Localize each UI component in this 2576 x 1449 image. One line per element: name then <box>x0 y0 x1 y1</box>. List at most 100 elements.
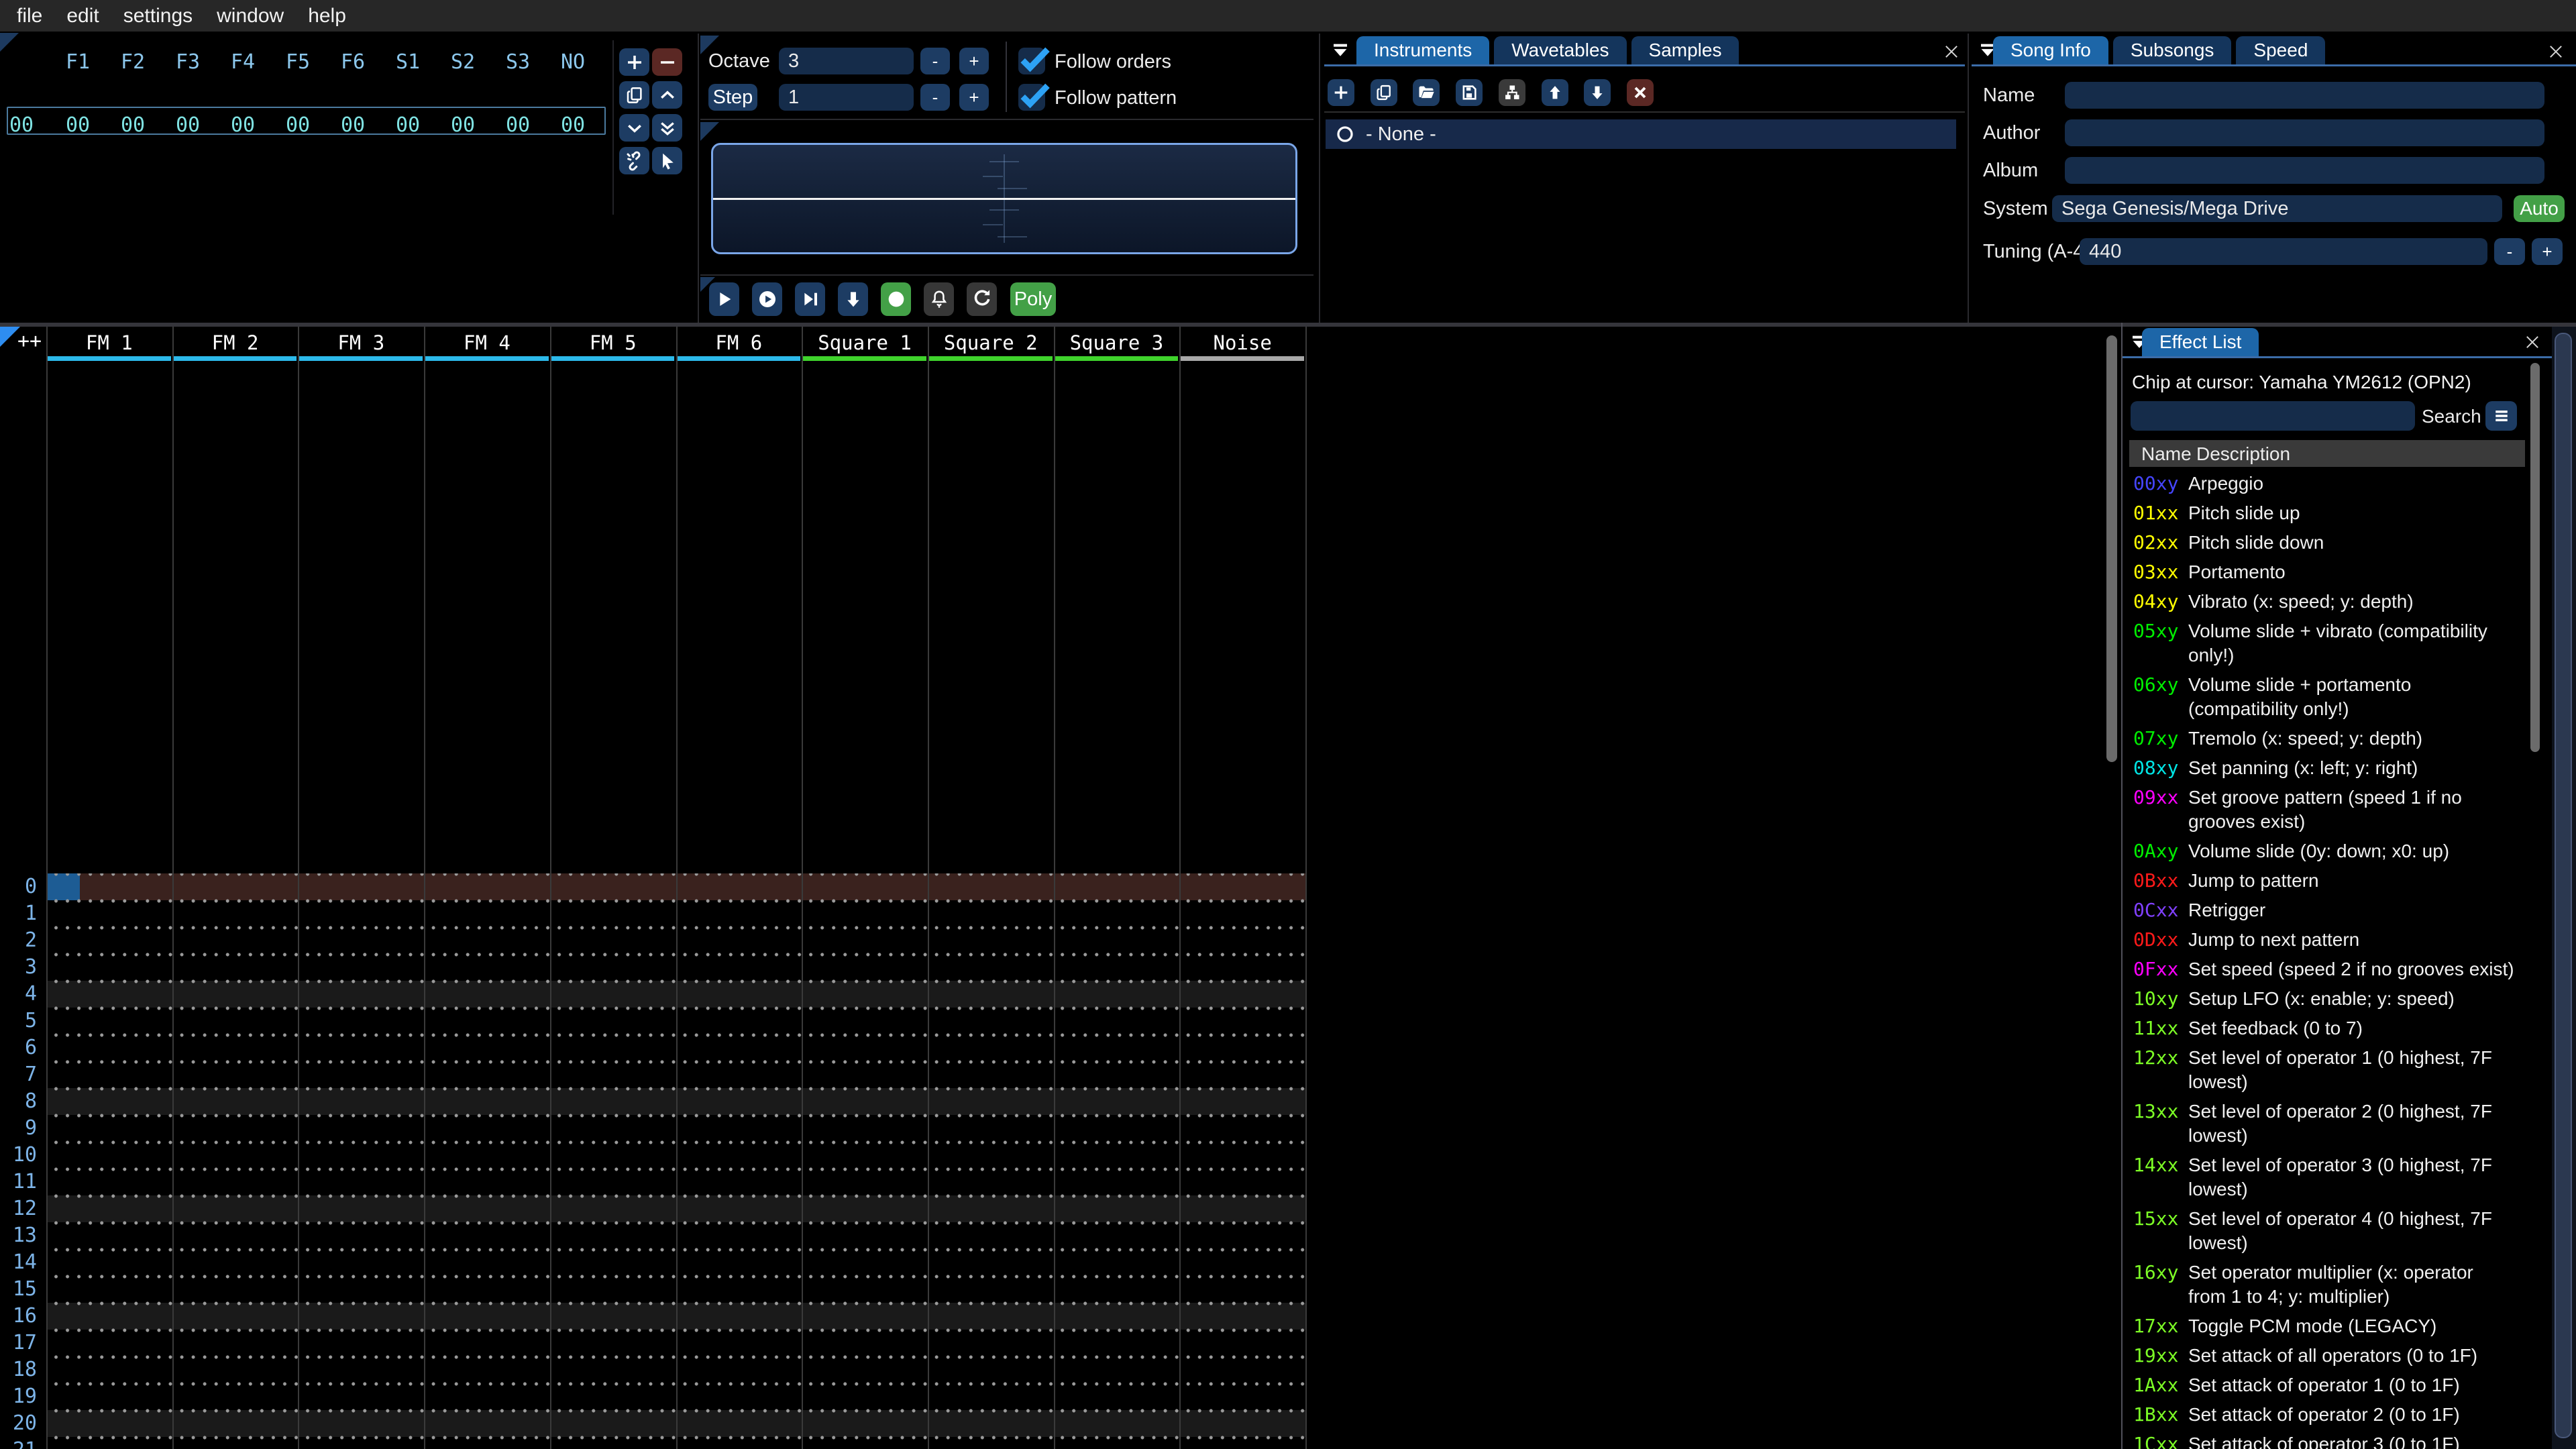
menu-item-help[interactable]: help <box>308 5 346 28</box>
remove-order-button[interactable] <box>652 48 682 76</box>
channel-header-square-3[interactable]: Square 3 <box>1054 331 1180 355</box>
orders-column-F5[interactable]: F5 <box>274 50 321 74</box>
channel-header-fm-3[interactable]: FM 3 <box>298 331 424 355</box>
effect-list-panel: Effect List Chip at cursor: Yamaha YM261… <box>2121 323 2576 1449</box>
channel-header-square-2[interactable]: Square 2 <box>928 331 1054 355</box>
tuning-decrease-button[interactable]: - <box>2494 238 2525 265</box>
add-instrument-button[interactable] <box>1328 79 1354 106</box>
order-cell[interactable]: 00 <box>274 113 321 137</box>
follow-orders-checkbox[interactable] <box>1018 47 1050 74</box>
octave-decrease-button[interactable]: - <box>920 48 950 74</box>
move-order-up-button[interactable] <box>652 81 682 109</box>
order-cell[interactable]: 00 <box>54 113 101 137</box>
orders-column-F3[interactable]: F3 <box>164 50 211 74</box>
orders-column-NO[interactable]: NO <box>549 50 596 74</box>
order-cell[interactable]: 00 <box>109 113 156 137</box>
menu-item-window[interactable]: window <box>217 5 284 28</box>
add-order-button[interactable] <box>619 48 649 76</box>
bell-icon <box>931 290 947 308</box>
order-cell[interactable]: 00 <box>219 113 266 137</box>
channel-header-fm-6[interactable]: FM 6 <box>676 331 802 355</box>
effect-table-scrollbar[interactable] <box>2530 363 2540 752</box>
tab-samples[interactable]: Samples <box>1631 36 1739 64</box>
panel-scrollbar[interactable] <box>2555 333 2572 1438</box>
close-icon[interactable] <box>1941 42 1962 62</box>
pattern-scrollbar[interactable] <box>2106 335 2117 762</box>
play-button[interactable] <box>709 282 739 316</box>
orders-column-S1[interactable]: S1 <box>384 50 431 74</box>
channel-separator <box>298 327 299 1449</box>
menu-item-edit[interactable]: edit <box>66 5 99 28</box>
orders-column-S2[interactable]: S2 <box>439 50 486 74</box>
pattern-corner-label[interactable]: ++ <box>17 329 42 353</box>
song-author-input[interactable] <box>2065 119 2544 146</box>
order-cell[interactable]: 00 <box>439 113 486 137</box>
step-increase-button[interactable]: + <box>959 84 989 111</box>
tab-speed[interactable]: Speed <box>2236 36 2326 64</box>
channel-header-fm-1[interactable]: FM 1 <box>46 331 172 355</box>
tab-song-info[interactable]: Song Info <box>1993 36 2108 64</box>
stop-button[interactable] <box>881 282 911 316</box>
collapse-panel-icon[interactable] <box>1329 39 1352 62</box>
octave-input[interactable]: 3 <box>779 48 914 74</box>
step-one-row-button[interactable] <box>838 282 868 316</box>
orders-column-F4[interactable]: F4 <box>219 50 266 74</box>
song-name-input[interactable] <box>2065 82 2544 109</box>
tab-instruments[interactable]: Instruments <box>1356 36 1490 64</box>
duplicate-order-end-button[interactable] <box>652 114 682 142</box>
move-order-down-button[interactable] <box>619 114 649 142</box>
system-auto-button[interactable]: Auto <box>2514 195 2565 222</box>
channel-header-fm-2[interactable]: FM 2 <box>172 331 299 355</box>
order-edit-mode-button[interactable] <box>652 147 682 174</box>
tab-wavetables[interactable]: Wavetables <box>1494 36 1627 64</box>
follow-pattern-checkbox[interactable] <box>1018 83 1050 111</box>
order-cell[interactable]: 00 <box>164 113 211 137</box>
effect-search-input[interactable] <box>2131 401 2415 431</box>
cursor-icon <box>662 153 674 170</box>
menu-item-settings[interactable]: settings <box>123 5 193 28</box>
step-input[interactable]: 1 <box>779 84 914 111</box>
step-decrease-button[interactable]: - <box>920 84 950 111</box>
delete-instrument-button[interactable] <box>1626 79 1654 106</box>
effect-description: Arpeggio <box>2188 473 2264 494</box>
duplicate-order-button[interactable] <box>619 81 649 109</box>
deep-clone-order-button[interactable] <box>619 147 649 174</box>
play-from-cursor-button[interactable] <box>795 282 825 316</box>
octave-increase-button[interactable]: + <box>959 48 989 74</box>
orders-column-F2[interactable]: F2 <box>109 50 156 74</box>
tuning-input[interactable]: 440 <box>2080 238 2487 265</box>
order-cell[interactable]: 00 <box>549 113 596 137</box>
menu-item-file[interactable]: file <box>17 5 42 28</box>
orders-column-F1[interactable]: F1 <box>54 50 101 74</box>
instrument-tree-view-button[interactable] <box>1498 79 1525 106</box>
duplicate-instrument-button[interactable] <box>1370 79 1397 106</box>
song-album-input[interactable] <box>2065 157 2544 184</box>
channel-header-square-1[interactable]: Square 1 <box>802 331 928 355</box>
panel-border <box>2121 323 2123 1449</box>
order-cell[interactable]: 00 <box>494 113 541 137</box>
move-instrument-down-button[interactable] <box>1584 79 1611 106</box>
channel-header-fm-5[interactable]: FM 5 <box>550 331 676 355</box>
channel-header-fm-4[interactable]: FM 4 <box>424 331 550 355</box>
orders-column-F6[interactable]: F6 <box>329 50 376 74</box>
tab-effect-list[interactable]: Effect List <box>2142 328 2259 356</box>
orders-column-S3[interactable]: S3 <box>494 50 541 74</box>
system-select[interactable]: Sega Genesis/Mega Drive <box>2052 195 2502 222</box>
save-instrument-button[interactable] <box>1456 79 1483 106</box>
tuning-increase-button[interactable]: + <box>2532 238 2563 265</box>
channel-activity-bar <box>425 356 549 361</box>
repeat-pattern-button[interactable] <box>967 282 997 316</box>
hamburger-menu-icon[interactable] <box>2485 401 2517 431</box>
close-icon[interactable] <box>2546 42 2566 62</box>
play-pattern-button[interactable] <box>752 282 782 316</box>
close-icon[interactable] <box>2522 332 2542 352</box>
move-instrument-up-button[interactable] <box>1541 79 1568 106</box>
poly-button[interactable]: Poly <box>1010 282 1056 316</box>
channel-header-noise[interactable]: Noise <box>1179 331 1305 355</box>
instrument-list-item[interactable]: - None - <box>1326 119 1956 149</box>
metronome-button[interactable] <box>924 282 954 316</box>
order-cell[interactable]: 00 <box>384 113 431 137</box>
tab-subsongs[interactable]: Subsongs <box>2112 36 2232 64</box>
open-instrument-button[interactable] <box>1413 79 1440 106</box>
order-cell[interactable]: 00 <box>329 113 376 137</box>
